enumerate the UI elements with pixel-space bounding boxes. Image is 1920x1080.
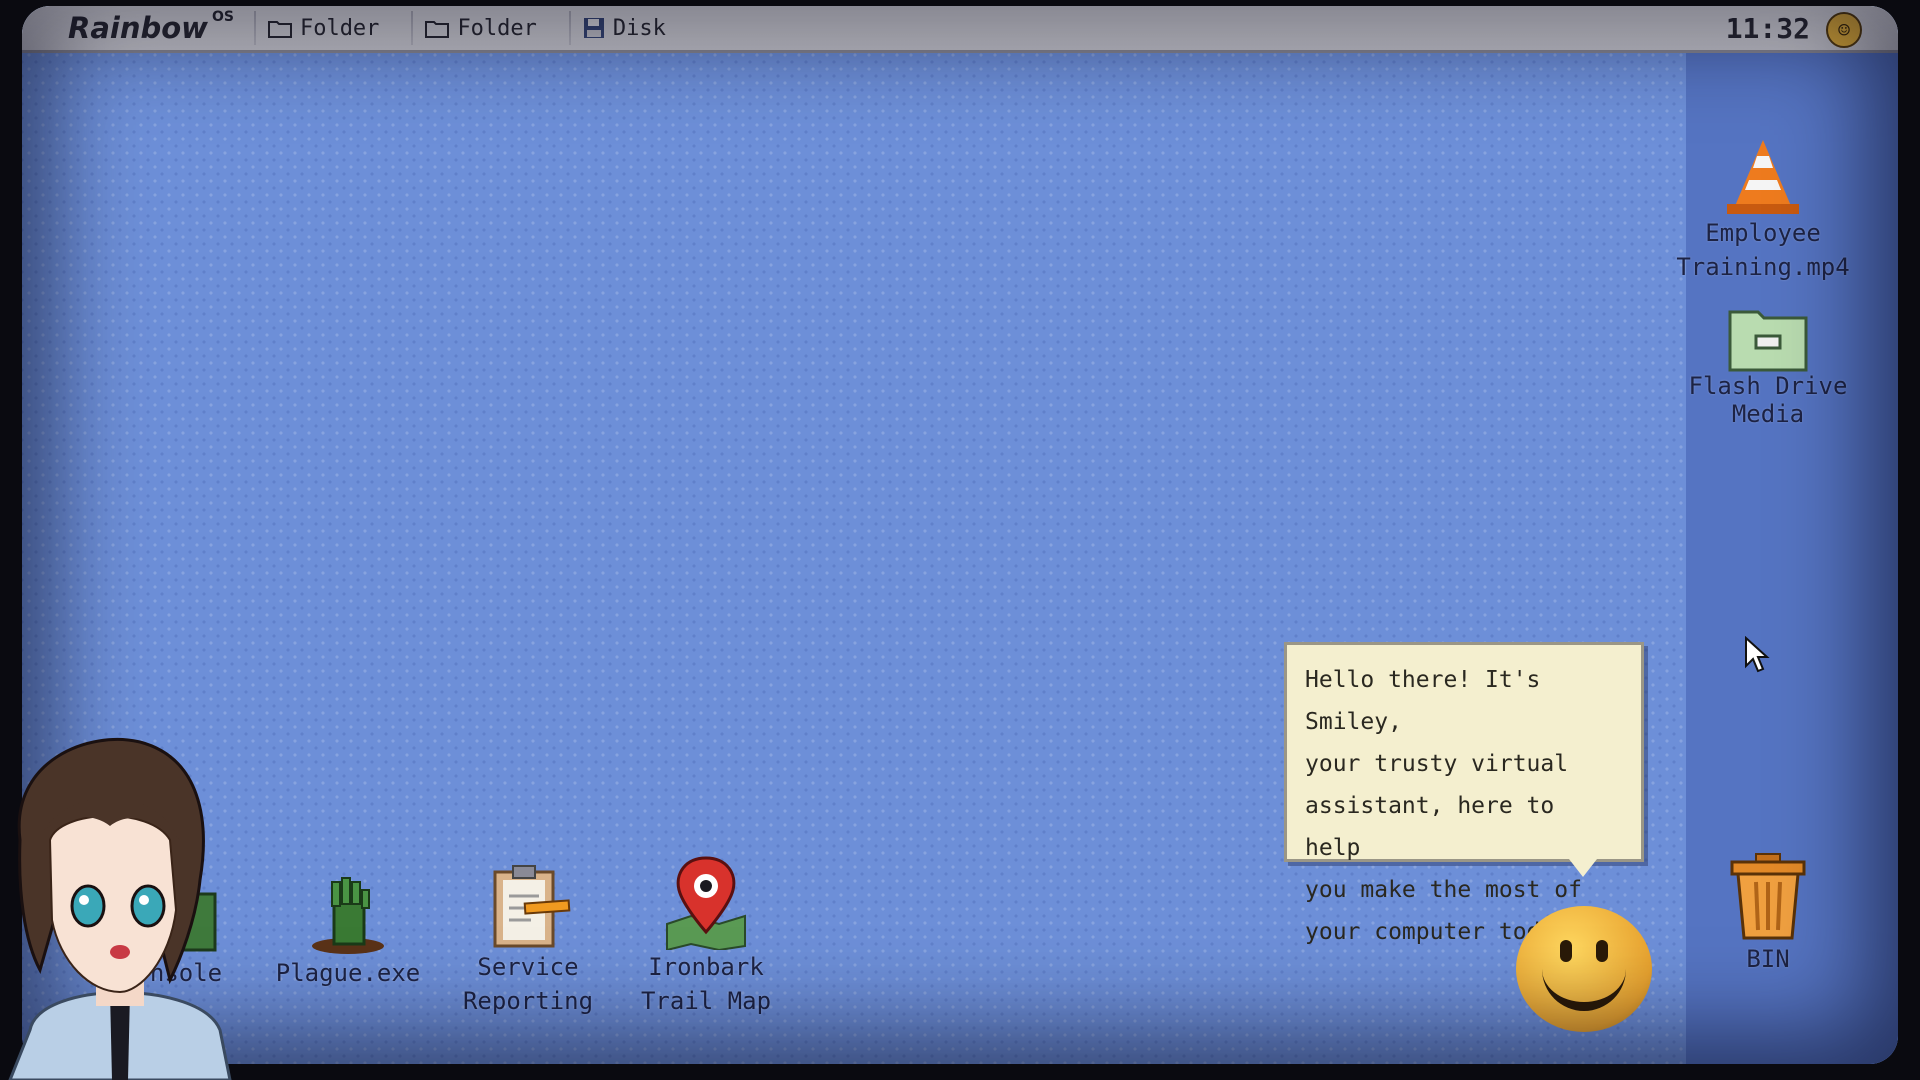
menu-disk[interactable]: Disk [568,11,678,45]
smiley-assistant[interactable] [1516,906,1652,1032]
folder-icon [425,21,450,38]
traffic-cone-icon [1727,140,1799,214]
os-logo-superscript: OS [211,9,234,25]
menu-clock: 11:32 [1725,12,1810,45]
desktop-icon-ironbark-trail-map-label: Ironbark Trail Map [640,953,772,1015]
menu-folder-2-label: Folder [457,15,537,41]
desktop-icon-flash-drive-media[interactable]: Flash Drive Media [1688,302,1848,428]
clipboard-icon [493,865,571,948]
desktop-icon-plague-exe[interactable]: Plague.exe [258,872,438,990]
desktop-icon-bin[interactable]: BIN [1708,852,1828,976]
menu-folder-1-label: Folder [299,15,380,41]
menu-folder-2[interactable]: Folder [411,11,548,45]
desktop-icon-employee-training-label: Employee Training.mp4 [1676,219,1850,281]
menu-disk-label: Disk [612,15,666,41]
menu-bar: Rainbow OS Folder Folder Disk 11:32 ☺ [22,6,1898,53]
smiley-mouth [1542,956,1626,1011]
desktop-icon-ironbark-trail-map[interactable]: Ironbark Trail Map [616,854,796,1018]
desktop-icon-service-reporting[interactable]: Service Reporting [438,862,618,1018]
disk-icon [583,18,604,38]
mouse-cursor-icon [1745,636,1770,673]
zombie-hand-icon [312,877,384,954]
streamer-avatar [8,737,232,1080]
flash-drive-folder-icon [1728,310,1808,372]
os-logo-text: Rainbow [68,11,208,45]
desktop-icon-bin-label: BIN [1746,945,1790,973]
menu-folder-1[interactable]: Folder [253,11,391,45]
map-pin-icon [666,856,746,950]
folder-icon [267,21,292,38]
desktop-icon-employee-training[interactable]: Employee Training.mp4 [1676,136,1850,284]
speech-bubble-tail [1569,859,1597,877]
desktop-icon-flash-drive-media-label: Flash Drive Media [1688,372,1848,428]
smiley-menu-icon[interactable]: ☺ [1826,12,1862,48]
desktop-screen: Rainbow OS Folder Folder Disk 11:32 ☺ Em… [22,6,1898,1064]
trash-bin-icon [1730,853,1806,940]
desktop-icon-plague-exe-label: Plague.exe [275,959,421,987]
assistant-speech-bubble: Hello there! It's Smiley, your trusty vi… [1284,642,1644,945]
os-logo[interactable]: Rainbow OS [68,9,234,45]
desktop-icon-service-reporting-label: Service Reporting [462,953,594,1015]
